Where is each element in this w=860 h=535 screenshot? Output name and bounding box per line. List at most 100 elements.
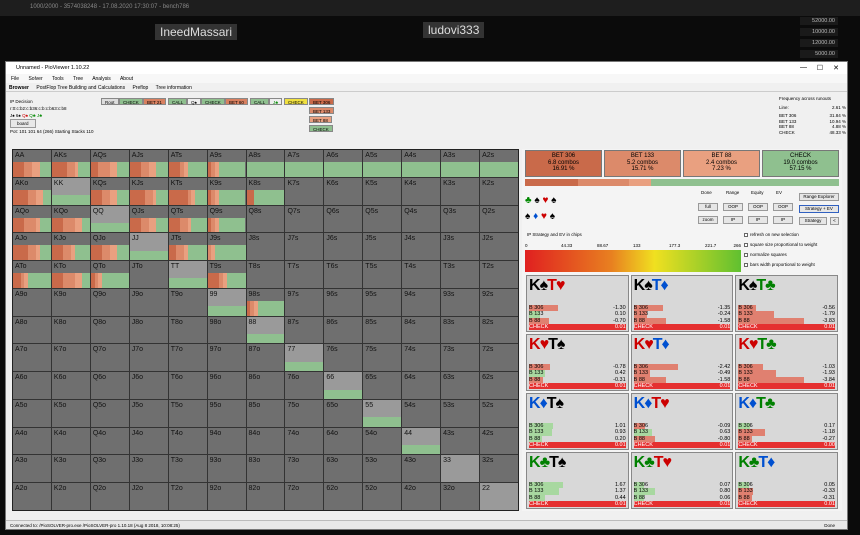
hand-cell[interactable]: 99 [207, 288, 246, 316]
combo-cell[interactable]: K♥T♣ B 306 -1.03 B 133 -1.93 B 88 -3.84 CHECK 0.… [735, 334, 838, 391]
hand-cell[interactable]: K3o [51, 455, 90, 483]
hand-cell[interactable]: J3o [129, 455, 168, 483]
hand-cell[interactable]: QQ [90, 205, 129, 233]
spade-icon[interactable]: ♠ [551, 195, 556, 206]
action-bet-306[interactable]: BET 306 6.8 combos 16.91 % [525, 150, 602, 177]
hand-cell[interactable]: Q3o [90, 455, 129, 483]
hand-cell[interactable]: 97o [207, 344, 246, 372]
hand-cell[interactable]: 98o [207, 316, 246, 344]
close-button[interactable]: ✕ [833, 64, 839, 72]
tab-postflop[interactable]: PostFlop Tree Building and Calculations [36, 85, 125, 91]
hand-cell[interactable]: 74s [402, 344, 441, 372]
hand-cell[interactable]: 53o [363, 455, 402, 483]
hand-cell[interactable]: 63o [324, 455, 363, 483]
hand-cell[interactable]: QTs [168, 205, 207, 233]
hand-cell[interactable]: K2s [480, 177, 518, 205]
hand-cell[interactable]: 43s [441, 427, 480, 455]
hand-cell[interactable]: Q7s [285, 205, 324, 233]
spade-icon[interactable]: ♠ [534, 195, 539, 206]
hand-cell[interactable]: A8o [13, 316, 51, 344]
hand-cell[interactable]: 32o [441, 483, 480, 510]
hand-cell[interactable]: 92o [207, 483, 246, 510]
hand-cell[interactable]: Q4o [90, 427, 129, 455]
hand-cell[interactable]: 62o [324, 483, 363, 510]
combo-cell[interactable]: K♦T♠ B 306 1.01 B 133 0.93 B 88 0.20 CHECK 0.01 [526, 393, 629, 450]
hand-cell[interactable]: 55 [363, 399, 402, 427]
hand-cell[interactable]: 84o [246, 427, 285, 455]
equity-ip-button[interactable]: IP [748, 216, 768, 224]
hand-cell[interactable]: A5s [363, 150, 402, 177]
hand-cell[interactable]: 85o [246, 399, 285, 427]
hand-cell[interactable]: T4s [402, 261, 441, 288]
ev-oop-button[interactable]: OOP [773, 203, 793, 211]
hand-cell[interactable]: J3s [441, 233, 480, 261]
hand-cell[interactable]: 22 [480, 483, 518, 510]
tree-node[interactable]: CHECK [119, 98, 143, 105]
tab-preflop[interactable]: Preflop [132, 85, 148, 91]
hand-cell[interactable]: AQs [90, 150, 129, 177]
hand-cell[interactable]: J4o [129, 427, 168, 455]
hand-cell[interactable]: K6o [51, 372, 90, 399]
action-bet-133[interactable]: BET 133 5.2 combos 15.71 % [604, 150, 681, 177]
hand-cell[interactable]: KJo [51, 233, 90, 261]
hand-cell[interactable]: Q5o [90, 399, 129, 427]
action-check[interactable]: CHECK 19.0 combos 57.15 % [762, 150, 839, 177]
hand-cell[interactable]: QJs [129, 205, 168, 233]
hand-cell[interactable]: AKo [13, 177, 51, 205]
hand-cell[interactable]: QTo [90, 261, 129, 288]
hand-cell[interactable]: 75s [363, 344, 402, 372]
hand-cell[interactable]: 83o [246, 455, 285, 483]
hand-cell[interactable]: JTo [129, 261, 168, 288]
hand-cell[interactable]: J7s [285, 233, 324, 261]
hand-cell[interactable]: Q6s [324, 205, 363, 233]
hand-cell[interactable]: A9s [207, 150, 246, 177]
combo-cell[interactable]: K♦T♣ B 306 0.17 B 133 -1.18 B 88 -0.27 CHECK 0.0… [735, 393, 838, 450]
combo-cell[interactable]: K♣T♥ B 306 0.07 B 133 0.80 B 88 0.06 CHECK 0.01 [630, 452, 734, 509]
hand-cell[interactable]: K9o [51, 288, 90, 316]
hand-cell[interactable]: 43o [402, 455, 441, 483]
hand-cell[interactable]: J8o [129, 316, 168, 344]
hand-cell[interactable]: J2s [480, 233, 518, 261]
hand-cell[interactable]: T7o [168, 344, 207, 372]
equity-oop-button[interactable]: OOP [748, 203, 768, 211]
hand-cell[interactable]: JTs [168, 233, 207, 261]
hand-cell[interactable]: 44 [402, 427, 441, 455]
hand-cell[interactable]: AQo [13, 205, 51, 233]
hand-cell[interactable]: 32s [480, 455, 518, 483]
hand-cell[interactable]: 62s [480, 372, 518, 399]
hand-cell[interactable]: Q8o [90, 316, 129, 344]
hand-cell[interactable]: 98s [246, 288, 285, 316]
heart-icon[interactable]: ♥ [542, 195, 548, 206]
range-ip-button[interactable]: IP [723, 216, 743, 224]
hand-cell[interactable]: 93o [207, 455, 246, 483]
hand-cell[interactable]: Q6o [90, 372, 129, 399]
tab-tree-info[interactable]: Tree information [156, 85, 192, 91]
hand-cell[interactable]: 95s [363, 288, 402, 316]
hand-cell[interactable]: T8s [246, 261, 285, 288]
tree-node[interactable]: CALL [168, 98, 188, 105]
hand-cell[interactable]: 72s [480, 344, 518, 372]
combo-cell[interactable]: K♠T♥ B 306 -1.30 B 133 0.10 B 88 -0.70 CHECK 0.0… [526, 275, 629, 332]
hand-cell[interactable]: QJo [90, 233, 129, 261]
hand-cell[interactable]: K4o [51, 427, 90, 455]
tree-node[interactable]: CALL [250, 98, 270, 105]
hand-cell[interactable]: 54o [363, 427, 402, 455]
hand-cell[interactable]: 64s [402, 372, 441, 399]
hand-cell[interactable]: 92s [480, 288, 518, 316]
hand-cell[interactable]: 96s [324, 288, 363, 316]
hand-cell[interactable]: 76s [324, 344, 363, 372]
menu-file[interactable]: File [11, 76, 19, 82]
hand-cell[interactable]: K7o [51, 344, 90, 372]
tree-node-option[interactable]: CHECK [309, 125, 333, 132]
tree-node-selected[interactable]: CHECK [284, 98, 308, 105]
tree-node-root[interactable]: Root [101, 98, 119, 105]
hand-cell[interactable]: Q9o [90, 288, 129, 316]
hand-cell[interactable]: K2o [51, 483, 90, 510]
hand-cell[interactable]: 66 [324, 372, 363, 399]
hand-cell[interactable]: T3s [441, 261, 480, 288]
hand-cell[interactable]: T6o [168, 372, 207, 399]
hand-cell[interactable]: 42o [402, 483, 441, 510]
hand-cell[interactable]: 77 [285, 344, 324, 372]
combo-cell[interactable]: K♣T♦ B 306 0.05 B 133 -0.33 B 88 -0.31 CHECK 0.0… [735, 452, 838, 509]
hand-cell[interactable]: Q4s [402, 205, 441, 233]
